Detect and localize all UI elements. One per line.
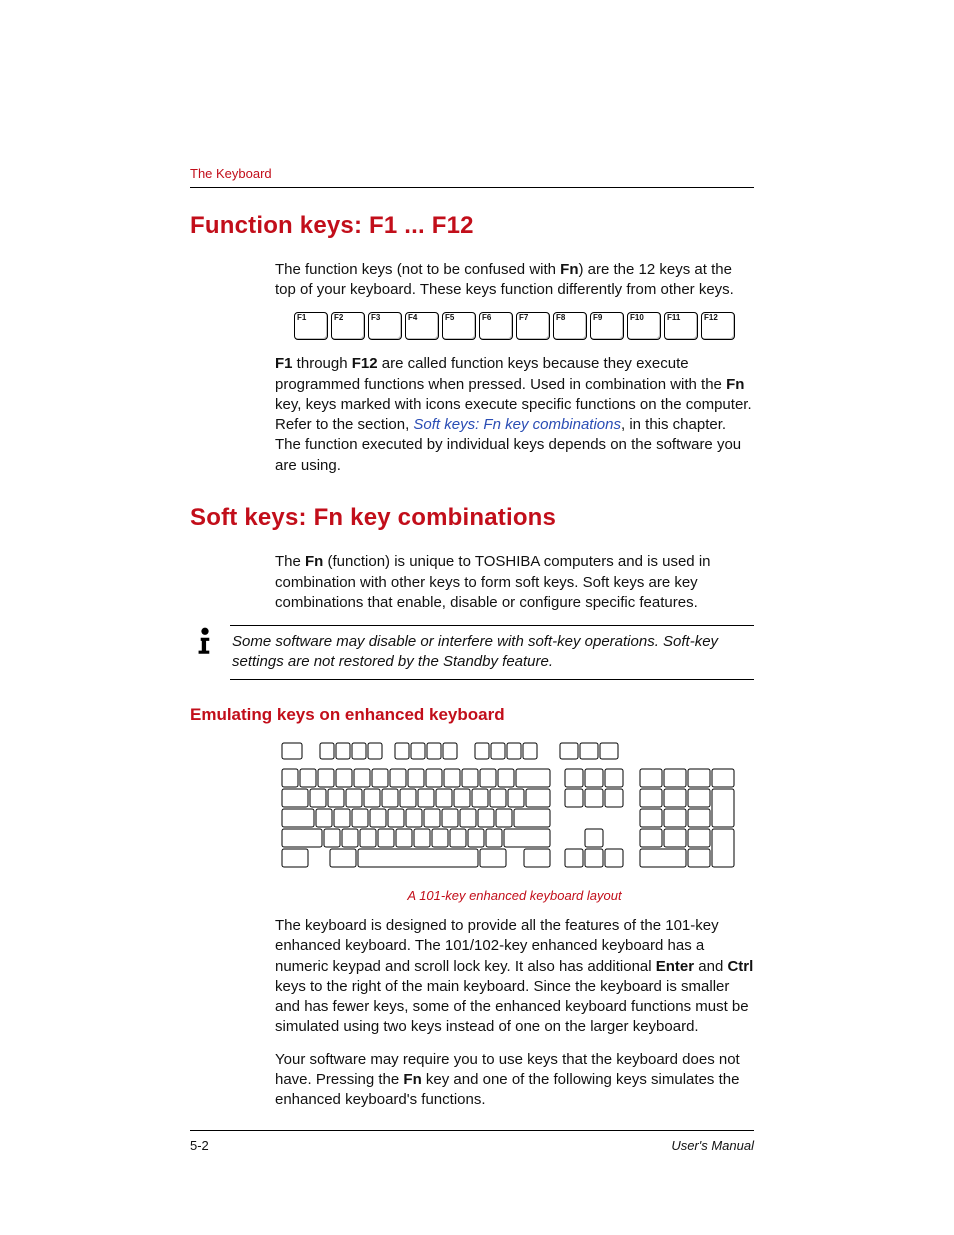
fkey-f9: F9 (590, 312, 624, 340)
text: The function keys (not to be confused wi… (275, 261, 560, 278)
emulating-p2: Your software may require you to use key… (275, 1050, 754, 1111)
note-box: Some software may disable or interfere w… (230, 625, 754, 680)
footer-rule (190, 1130, 754, 1131)
fkey-f1: F1 (294, 312, 328, 340)
subheading-emulating: Emulating keys on enhanced keyboard (190, 704, 754, 727)
softkeys-crossref-link[interactable]: Soft keys: Fn key combinations (413, 416, 621, 433)
fkey-f12: F12 (701, 312, 735, 340)
footer-doc-title: User's Manual (671, 1137, 754, 1155)
f1-bold: F1 (275, 355, 293, 372)
function-key-row-figure: F1F2F3F4F5F6F7F8F9F10F11F12 (275, 312, 754, 340)
header-rule (190, 187, 754, 188)
fkey-f10: F10 (627, 312, 661, 340)
fkey-f3: F3 (368, 312, 402, 340)
text: The keyboard is designed to provide all … (275, 917, 719, 975)
enter-bold: Enter (656, 958, 694, 975)
heading-soft-keys: Soft keys: Fn key combinations (190, 502, 754, 534)
fn-bold: Fn (305, 553, 323, 570)
text: keys to the right of the main keyboard. … (275, 978, 749, 1036)
running-header: The Keyboard (190, 165, 754, 183)
keyboard-layout-figure (275, 741, 754, 881)
emulating-p1: The keyboard is designed to provide all … (275, 916, 754, 1038)
fkey-f5: F5 (442, 312, 476, 340)
text: through (293, 355, 352, 372)
funckeys-desc: F1 through F12 are called function keys … (275, 354, 754, 476)
softkeys-intro: The Fn (function) is unique to TOSHIBA c… (275, 552, 754, 613)
text: The (275, 553, 305, 570)
fkey-f7: F7 (516, 312, 550, 340)
f12-bold: F12 (352, 355, 378, 372)
fkey-f11: F11 (664, 312, 698, 340)
fn-bold: Fn (726, 376, 744, 393)
fkey-f2: F2 (331, 312, 365, 340)
figure-caption: A 101-key enhanced keyboard layout (275, 887, 754, 905)
text: (function) is unique to TOSHIBA computer… (275, 553, 711, 611)
funckeys-intro: The function keys (not to be confused wi… (275, 260, 754, 301)
ctrl-bold: Ctrl (727, 958, 753, 975)
fkey-f4: F4 (405, 312, 439, 340)
heading-function-keys: Function keys: F1 ... F12 (190, 210, 754, 242)
fn-bold: Fn (403, 1071, 421, 1088)
text: and (694, 958, 727, 975)
fn-bold: Fn (560, 261, 578, 278)
page-number: 5-2 (190, 1137, 209, 1155)
fkey-f6: F6 (479, 312, 513, 340)
fkey-f8: F8 (553, 312, 587, 340)
info-icon (190, 625, 220, 659)
